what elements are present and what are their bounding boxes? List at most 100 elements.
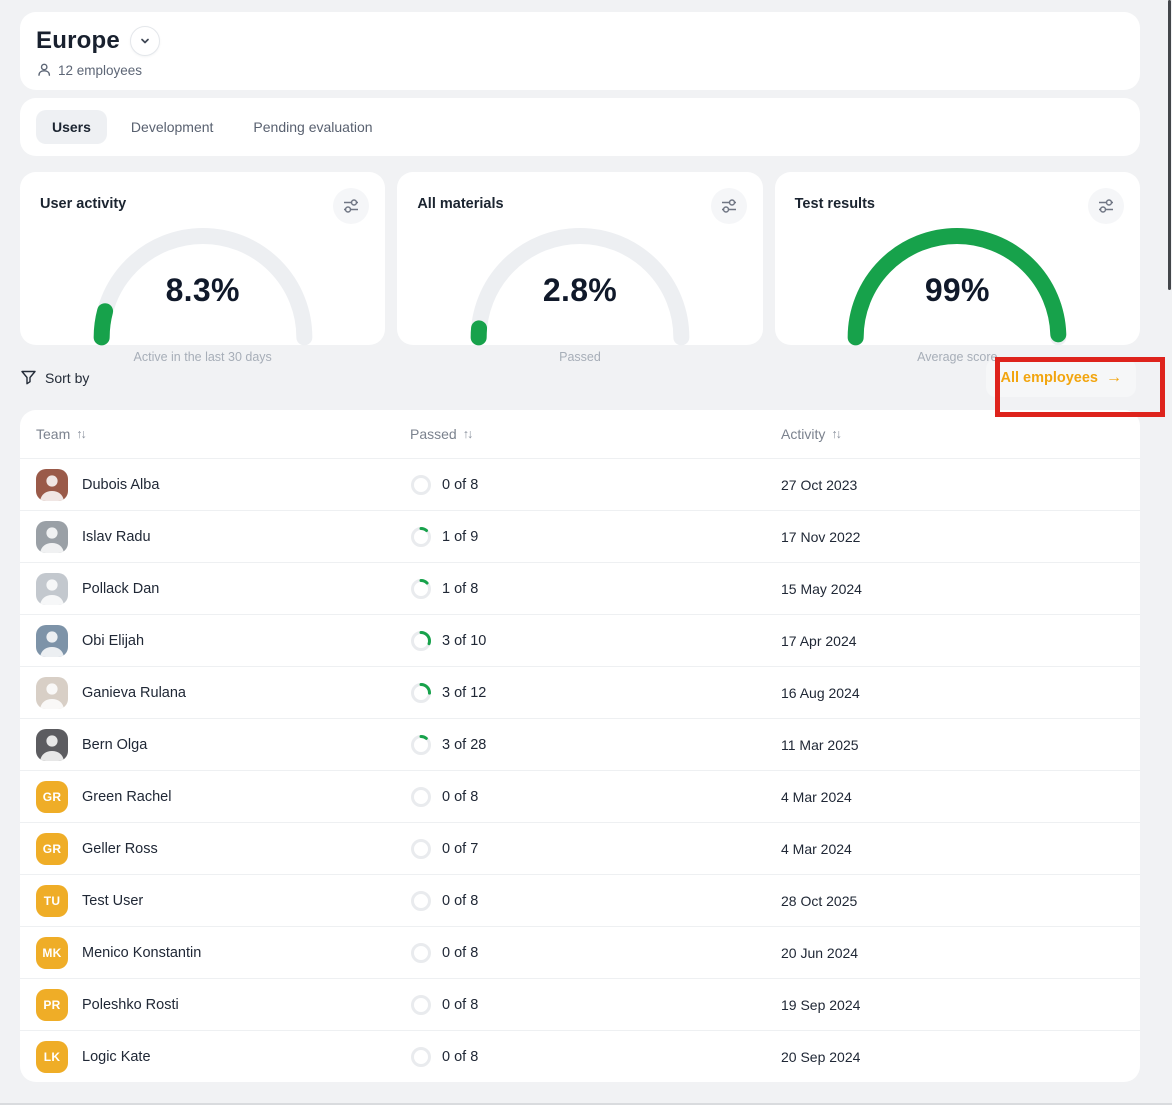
activity-date: 16 Aug 2024 [781, 685, 1124, 701]
table-row[interactable]: LK Logic Kate 0 of 8 20 Sep 2024 [20, 1030, 1140, 1082]
table-row[interactable]: PR Poleshko Rosti 0 of 8 19 Sep 2024 [20, 978, 1140, 1030]
column-header-passed[interactable]: Passed ↑↓ [410, 426, 781, 442]
person-icon [36, 62, 52, 78]
passed-label: 0 of 8 [442, 893, 478, 909]
stat-card: User activity 8.3% Active in the last 30… [20, 172, 385, 345]
page-title: Europe [36, 27, 120, 55]
tab[interactable]: Development [115, 110, 230, 144]
tab[interactable]: Pending evaluation [237, 110, 388, 144]
stat-card: All materials 2.8% Passed [397, 172, 762, 345]
passed-cell: 0 of 8 [410, 942, 781, 964]
arrows-up-down-icon: ↑↓ [831, 427, 840, 441]
table-row[interactable]: Bern Olga 3 of 28 11 Mar 2025 [20, 718, 1140, 770]
column-label-activity: Activity [781, 426, 825, 442]
tabs: Users DevelopmentPending evaluation [36, 110, 1124, 144]
table-row[interactable]: Islav Radu 1 of 9 17 Nov 2022 [20, 510, 1140, 562]
progress-ring-icon [410, 994, 432, 1016]
progress-ring-icon [410, 838, 432, 860]
table-row[interactable]: GR Green Rachel 0 of 8 4 Mar 2024 [20, 770, 1140, 822]
person-silhouette-icon [36, 521, 68, 553]
employee-name: Bern Olga [82, 737, 147, 753]
scrollbar-thumb[interactable] [1168, 0, 1171, 290]
employee-name: Islav Radu [82, 529, 151, 545]
progress-ring-icon [410, 890, 432, 912]
passed-label: 0 of 7 [442, 841, 478, 857]
progress-ring-icon [410, 1046, 432, 1068]
avatar-initials: LK [44, 1050, 61, 1064]
team-cell: Bern Olga [36, 729, 410, 761]
stat-cards-row: User activity 8.3% Active in the last 30… [20, 172, 1140, 345]
column-header-activity[interactable]: Activity ↑↓ [781, 426, 1124, 442]
stat-card-title: Test results [795, 188, 875, 212]
employee-name: Test User [82, 893, 143, 909]
person-silhouette-icon [36, 625, 68, 657]
passed-label: 0 of 8 [442, 1049, 478, 1065]
passed-cell: 3 of 12 [410, 682, 781, 704]
team-cell: TU Test User [36, 885, 410, 917]
team-cell: Islav Radu [36, 521, 410, 553]
table-row[interactable]: Pollack Dan 1 of 8 15 May 2024 [20, 562, 1140, 614]
sliders-icon [341, 196, 361, 216]
passed-cell: 0 of 8 [410, 1046, 781, 1068]
avatar-initials: PR [43, 998, 60, 1012]
team-cell: PR Poleshko Rosti [36, 989, 410, 1021]
employees-count-row: 12 employees [36, 62, 1124, 78]
table-row[interactable]: Dubois Alba 0 of 8 27 Oct 2023 [20, 458, 1140, 510]
stat-card-filter-button[interactable] [333, 188, 369, 224]
employee-name: Logic Kate [82, 1049, 151, 1065]
activity-date: 19 Sep 2024 [781, 997, 1124, 1013]
progress-ring-icon [410, 942, 432, 964]
activity-date: 17 Apr 2024 [781, 633, 1124, 649]
table-row[interactable]: MK Menico Konstantin 0 of 8 20 Jun 2024 [20, 926, 1140, 978]
passed-label: 1 of 8 [442, 581, 478, 597]
employees-table: Team ↑↓ Passed ↑↓ Activity ↑↓ Dubois Alb… [20, 410, 1140, 1082]
employee-name: Obi Elijah [82, 633, 144, 649]
arrows-up-down-icon: ↑↓ [463, 427, 472, 441]
table-row[interactable]: GR Geller Ross 0 of 7 4 Mar 2024 [20, 822, 1140, 874]
table-row[interactable]: Obi Elijah 3 of 10 17 Apr 2024 [20, 614, 1140, 666]
activity-date: 4 Mar 2024 [781, 841, 1124, 857]
team-cell: Ganieva Rulana [36, 677, 410, 709]
progress-ring-icon [410, 682, 432, 704]
avatar: GR [36, 833, 68, 865]
avatar-initials: GR [43, 790, 62, 804]
person-silhouette-icon [36, 469, 68, 501]
title-row: Europe [36, 26, 1124, 56]
employee-name: Poleshko Rosti [82, 997, 179, 1013]
passed-cell: 0 of 7 [410, 838, 781, 860]
progress-ring-icon [410, 734, 432, 756]
avatar-initials: TU [44, 894, 61, 908]
passed-cell: 0 of 8 [410, 786, 781, 808]
header-card: Europe 12 employees [20, 12, 1140, 90]
passed-label: 3 of 28 [442, 737, 486, 753]
avatar [36, 521, 68, 553]
employee-name: Ganieva Rulana [82, 685, 186, 701]
tab[interactable]: Users [36, 110, 107, 144]
person-silhouette-icon [36, 573, 68, 605]
stat-card-filter-button[interactable] [711, 188, 747, 224]
arrows-up-down-icon: ↑↓ [76, 427, 85, 441]
passed-label: 3 of 10 [442, 633, 486, 649]
avatar: TU [36, 885, 68, 917]
progress-ring-icon [410, 786, 432, 808]
avatar [36, 469, 68, 501]
column-header-team[interactable]: Team ↑↓ [36, 426, 410, 442]
table-row[interactable]: TU Test User 0 of 8 28 Oct 2025 [20, 874, 1140, 926]
table-body: Dubois Alba 0 of 8 27 Oct 2023 Islav Rad… [20, 458, 1140, 1082]
stat-card-filter-button[interactable] [1088, 188, 1124, 224]
avatar [36, 625, 68, 657]
gauge: 2.8% Passed [462, 220, 698, 364]
sliders-icon [1096, 196, 1116, 216]
region-dropdown-button[interactable] [130, 26, 160, 56]
all-employees-link[interactable]: All employees → [986, 359, 1136, 397]
table-row[interactable]: Ganieva Rulana 3 of 12 16 Aug 2024 [20, 666, 1140, 718]
passed-cell: 1 of 8 [410, 578, 781, 600]
passed-cell: 3 of 10 [410, 630, 781, 652]
tab-label: Users [52, 119, 91, 135]
avatar [36, 573, 68, 605]
tabs-card: Users DevelopmentPending evaluation [20, 98, 1140, 156]
person-silhouette-icon [36, 677, 68, 709]
sort-by-control[interactable]: Sort by [20, 369, 89, 386]
activity-date: 4 Mar 2024 [781, 789, 1124, 805]
employee-name: Dubois Alba [82, 477, 159, 493]
